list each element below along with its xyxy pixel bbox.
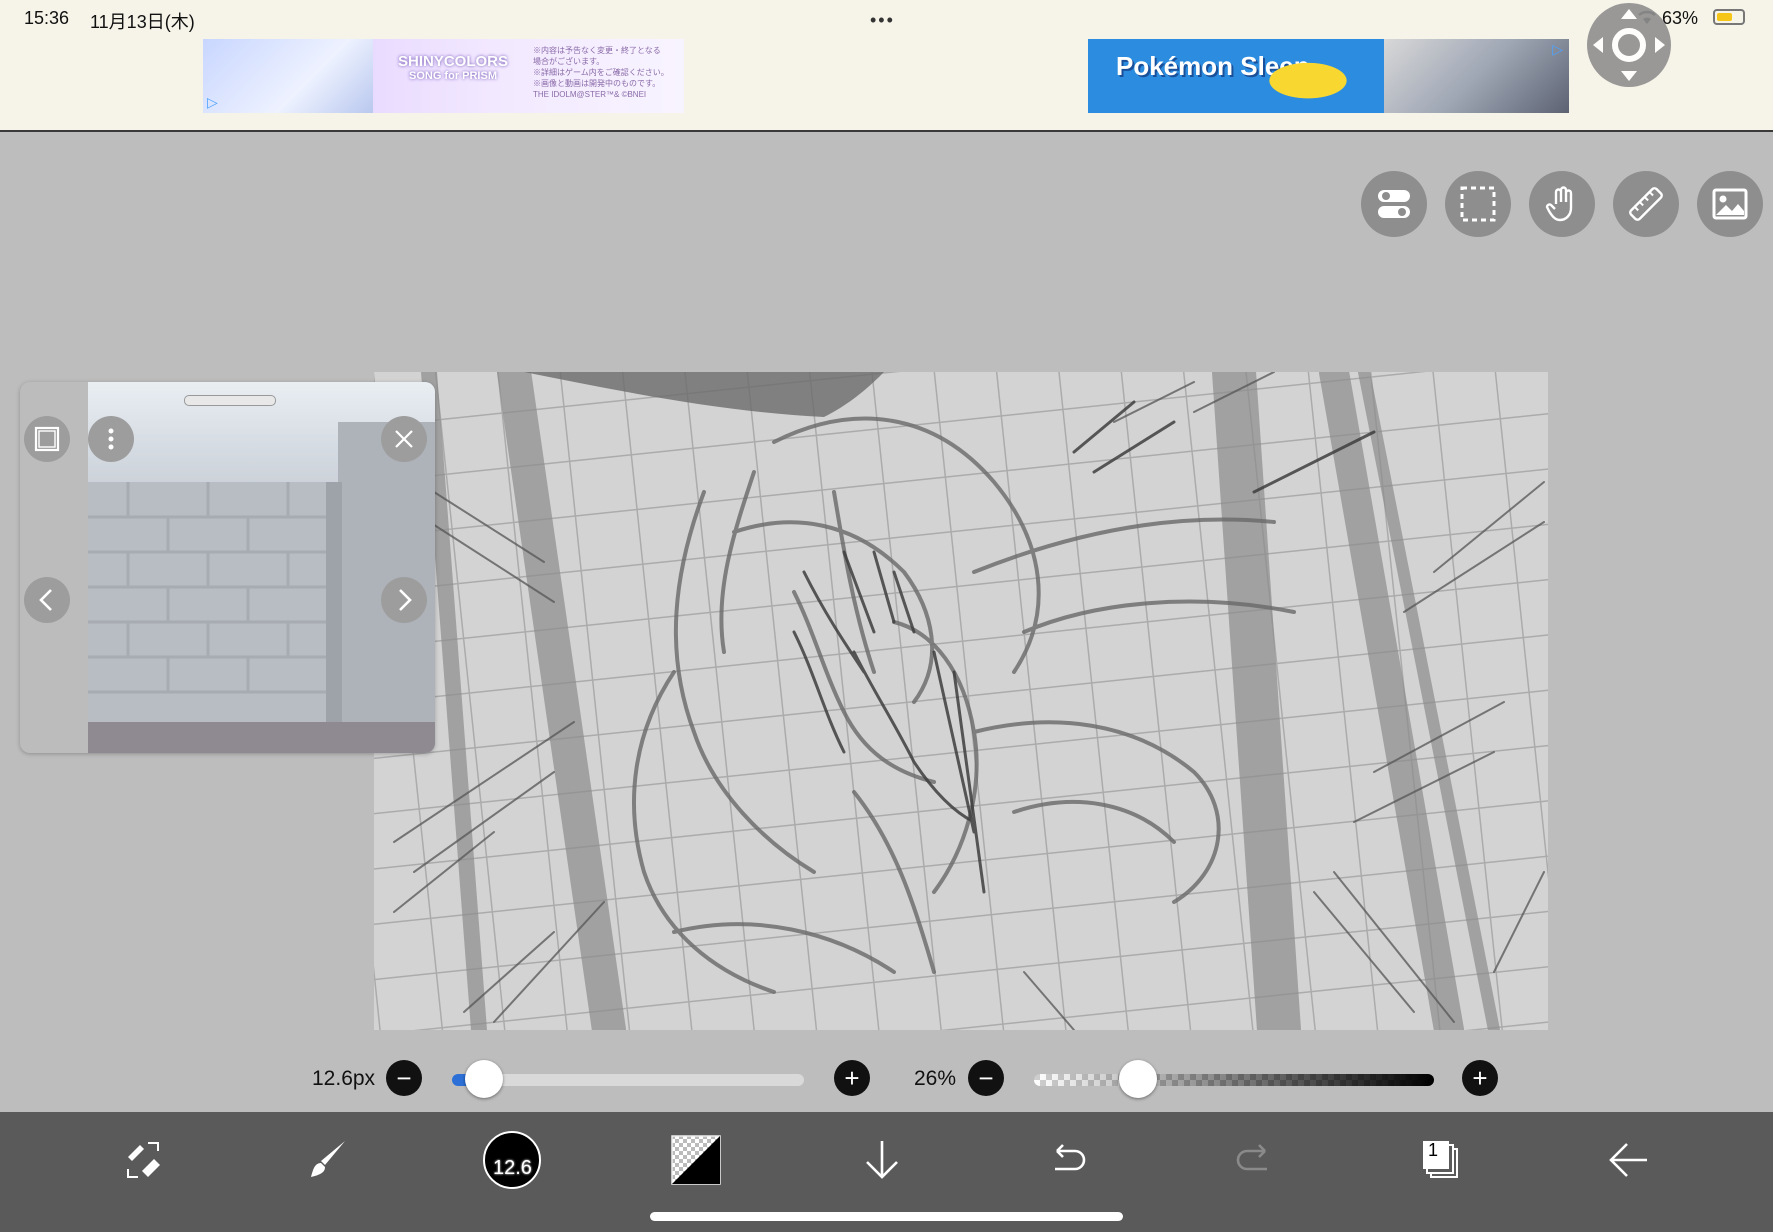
battery-fill — [1717, 13, 1732, 21]
ad-banner-shinycolors[interactable]: SHINYCOLORS SONG for PRISM ※内容は予告なく変更・終了… — [203, 39, 684, 113]
undo-button[interactable] — [1038, 1130, 1098, 1190]
back-button[interactable] — [1598, 1130, 1658, 1190]
color-swatch-icon — [671, 1135, 721, 1185]
reference-next-button[interactable] — [381, 577, 427, 623]
reference-more-button[interactable] — [88, 416, 134, 462]
battery-icon — [1713, 9, 1745, 25]
arrow-down-icon — [866, 1141, 898, 1179]
brush-tool-button[interactable] — [298, 1130, 358, 1190]
frame-icon — [34, 426, 60, 452]
ad-photo — [1384, 39, 1569, 113]
reference-prev-button[interactable] — [24, 577, 70, 623]
ruler-icon — [1629, 187, 1663, 221]
tool-switch-button[interactable] — [113, 1130, 173, 1190]
drawing-canvas[interactable] — [374, 372, 1548, 1030]
opacity-plus-button[interactable]: + — [1462, 1060, 1498, 1096]
ruler-button[interactable] — [1613, 171, 1679, 237]
selection-icon — [1460, 186, 1496, 222]
adchoices-icon[interactable]: ▷ — [207, 94, 218, 111]
opacity-minus-button[interactable]: − — [968, 1060, 1004, 1096]
adchoices-icon[interactable]: ▷ — [1552, 41, 1563, 58]
reference-close-button[interactable] — [381, 416, 427, 462]
ad-note-line: ※内容は予告なく変更・終了となる — [533, 46, 661, 55]
toggle-settings-icon — [1378, 190, 1410, 218]
brush-size-knob[interactable] — [464, 1060, 503, 1098]
undo-icon — [1055, 1144, 1086, 1171]
chevron-right-icon — [399, 589, 412, 611]
reference-drag-handle[interactable] — [184, 395, 276, 406]
ad-character-art — [203, 39, 373, 113]
toggle-settings-button[interactable] — [1361, 171, 1427, 237]
download-button[interactable] — [852, 1130, 912, 1190]
top-band: 15:36 11月13日(木) ••• 63% SHINYCOLORS SONG… — [0, 0, 1773, 132]
color-button[interactable] — [666, 1130, 726, 1190]
ad-disclaimer: ※内容は予告なく変更・終了となる 場合がございます。 ※詳細はゲーム内をご確認く… — [533, 45, 681, 100]
image-import-icon — [1712, 188, 1748, 220]
brush-icon — [311, 1141, 345, 1177]
opacity-knob[interactable] — [1119, 1060, 1157, 1098]
brush-size-slider[interactable] — [452, 1074, 804, 1086]
brush-size-plus-button[interactable]: + — [834, 1060, 870, 1096]
joystick-button[interactable] — [1587, 3, 1671, 87]
redo-icon — [1236, 1144, 1267, 1171]
redo-button[interactable] — [1224, 1130, 1284, 1190]
ad-logo: SHINYCOLORS SONG for PRISM — [383, 53, 523, 82]
joystick-icon — [1593, 9, 1665, 81]
status-date: 11月13日(木) — [90, 12, 195, 32]
selection-button[interactable] — [1445, 171, 1511, 237]
layer-count: 1 — [1428, 1140, 1439, 1160]
reference-window[interactable] — [20, 382, 435, 753]
pen-eraser-swap-icon — [127, 1142, 160, 1178]
brush-size-minus-button[interactable]: − — [386, 1060, 422, 1096]
brush-size-circle-icon: 12.6 — [483, 1131, 541, 1189]
more-vertical-icon — [108, 428, 114, 450]
ad-pikachu-art — [1248, 53, 1368, 99]
brush-slider-row: 12.6px − + 26% − + — [0, 1055, 1773, 1105]
ad-note-line: THE IDOLM@STER™& ©BNEI — [533, 90, 647, 99]
ad-note-line: ※画像と動画は開発中のものです。 — [533, 79, 661, 88]
opacity-label: 26% — [914, 1067, 957, 1090]
opacity-slider[interactable] — [1034, 1074, 1434, 1086]
chevron-left-icon — [39, 589, 52, 611]
layers-icon — [1423, 1141, 1458, 1178]
multitask-dots[interactable]: ••• — [870, 10, 895, 31]
brush-size-label: 12.6px — [312, 1067, 376, 1090]
hand-tool-button[interactable] — [1529, 171, 1595, 237]
ad-note-line: ※詳細はゲーム内をご確認ください。 — [533, 68, 669, 77]
ad-banner-pokemon-sleep[interactable]: Pokémon Sleep ▷ — [1088, 39, 1569, 113]
arrow-left-icon — [1609, 1143, 1647, 1177]
layers-button[interactable]: 1 — [1410, 1130, 1470, 1190]
close-icon — [395, 430, 413, 448]
ad-note-line: 場合がございます。 — [533, 57, 605, 66]
brush-size-button[interactable]: 12.6 — [482, 1130, 542, 1190]
ad-logo-title: SHINYCOLORS — [397, 53, 508, 70]
brush-size-badge: 12.6 — [493, 1157, 532, 1179]
hand-tool-icon — [1545, 186, 1573, 222]
sketch-artwork — [374, 372, 1548, 1030]
home-indicator — [650, 1212, 1123, 1221]
image-import-button[interactable] — [1697, 171, 1763, 237]
ad-logo-subtitle: SONG for PRISM — [408, 70, 497, 82]
reference-frame-button[interactable] — [24, 416, 70, 462]
status-time: 15:36 — [24, 8, 70, 28]
